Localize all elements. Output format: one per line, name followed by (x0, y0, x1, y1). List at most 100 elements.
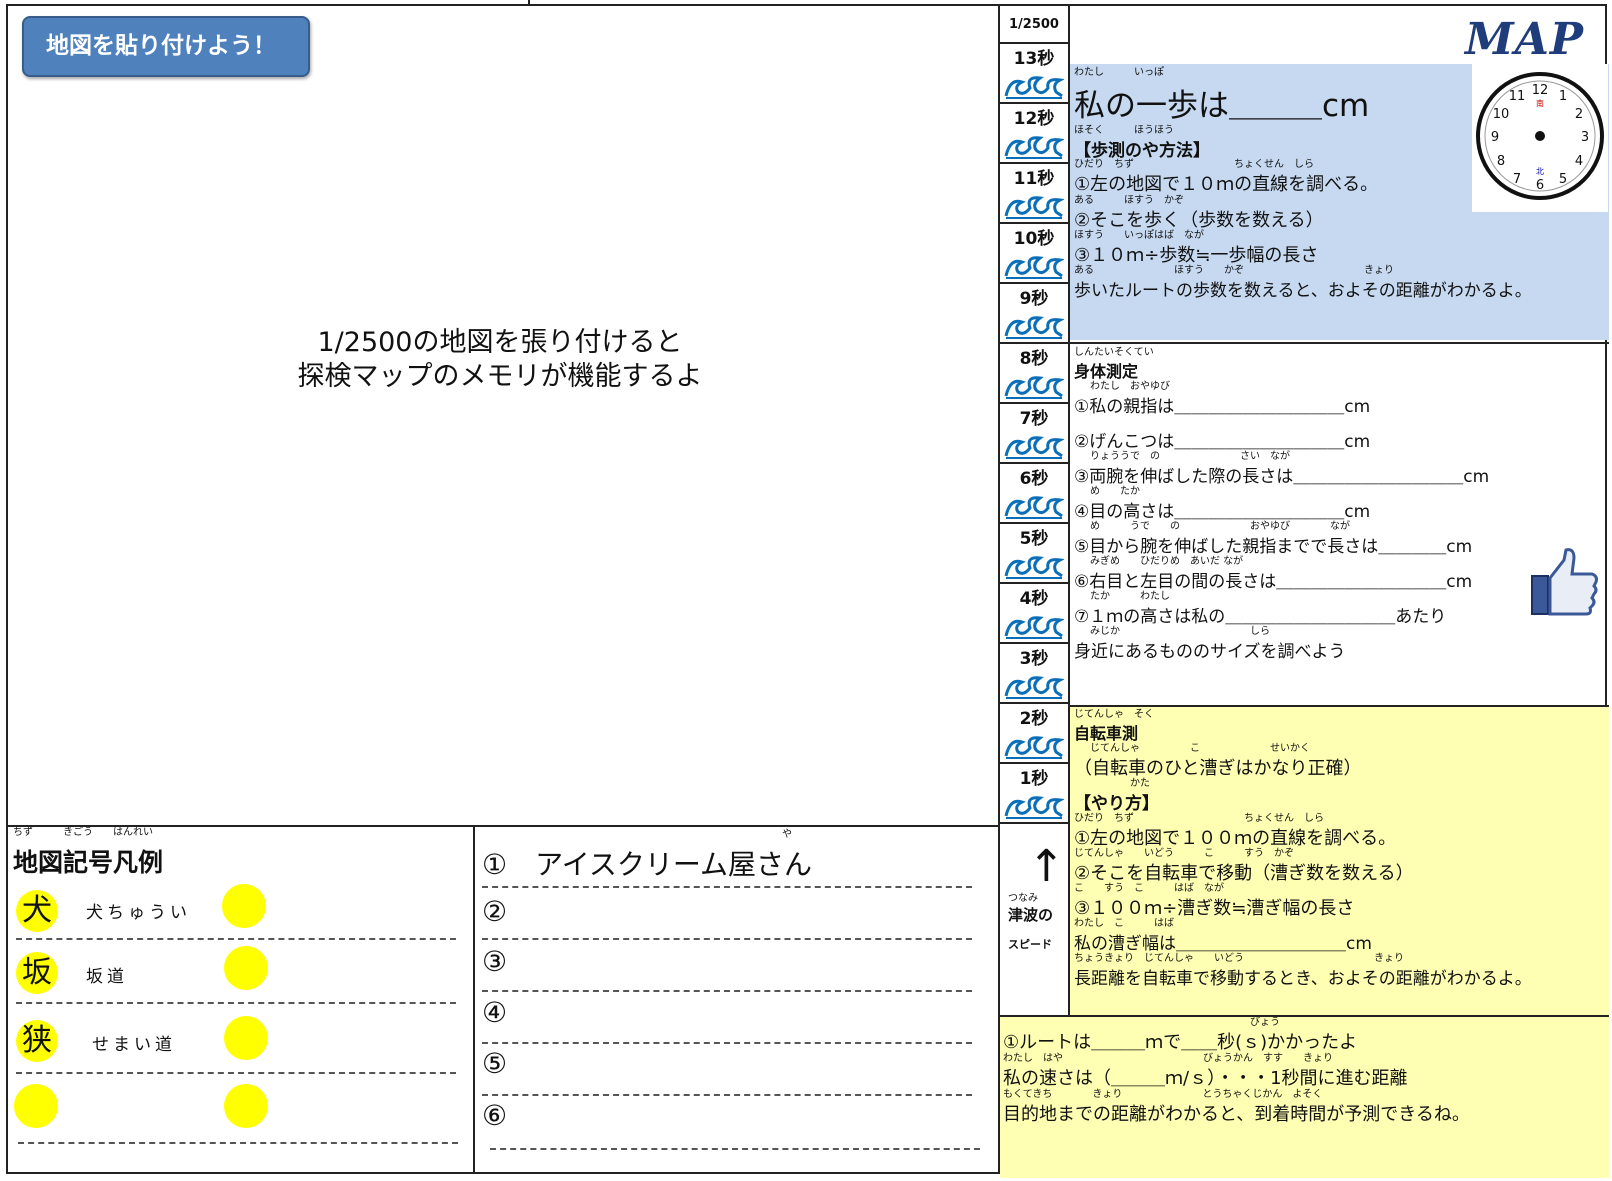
bike-ruby-1: じてんしゃ こ せいかく (1090, 743, 1310, 754)
map-note-line2: 探検マップのメモリが機能するよ (297, 361, 703, 392)
legend-kanji-slot[interactable] (14, 1084, 58, 1128)
scale-row: 5秒 (1000, 524, 1068, 584)
up-arrow-icon: ↑ (1028, 841, 1065, 892)
legend-symbol-slot[interactable] (224, 946, 268, 990)
bike-line-5: ③１００ｍ÷漕ぎ数≒漕ぎ幅の長さ (1074, 898, 1355, 919)
speed-line-3: 目的地までの距離がわかると、到着時間が予測できるね。 (1003, 1104, 1470, 1125)
map-note-line1: 1/2500の地図を張り付けると (317, 327, 683, 358)
scale-row: 11秒 (1000, 164, 1068, 224)
scale-seconds-label: 3秒 (1019, 649, 1049, 669)
map-placeholder-note: 1/2500の地図を張り付けると 探検マップのメモリが機能するよ (240, 326, 760, 394)
legend-label-narrow: せまい道 (92, 1035, 176, 1055)
legend-symbol-slot[interactable] (224, 1016, 268, 1060)
speed-label-ruby: つなみ (1008, 893, 1038, 904)
step-title: 私の一歩は＿＿＿cm (1074, 88, 1370, 124)
wave-icon (1004, 610, 1065, 644)
scale-seconds-label: 12秒 (1013, 109, 1055, 129)
step-ruby-3: ひだり ちず ちょくせん しら (1074, 159, 1314, 170)
body-item-ruby: め たか (1090, 486, 1140, 497)
bike-title: 自転車測 (1074, 724, 1139, 743)
svg-text:1: 1 (1559, 89, 1567, 104)
speed-ruby-0: びょう (1250, 1017, 1280, 1028)
scale-row: 6秒 (1000, 464, 1068, 524)
clock-icon: 12 12 345 678 91011 南 北 (1472, 64, 1608, 212)
body-item-ruby: め うで の おやゆび なが (1090, 521, 1350, 532)
shop-row-6[interactable]: ⑥ (482, 1099, 507, 1132)
scale-row: 13秒 (1000, 44, 1068, 104)
legend-symbol-slot[interactable] (224, 1084, 268, 1128)
shop-rule (482, 938, 972, 940)
divider-legend-right (473, 825, 475, 1174)
paste-map-button[interactable]: 地図を貼り付けよう！ (22, 16, 310, 77)
scale-row: 7秒 (1000, 404, 1068, 464)
svg-text:6: 6 (1536, 178, 1544, 193)
scale-tick (1000, 822, 1068, 824)
body-ruby-title: しんたいそくてい (1074, 347, 1154, 358)
bike-ruby-0: じてんしゃ そく (1074, 709, 1154, 720)
bike-ruby-2: かた (1130, 778, 1150, 789)
top-tick (528, 0, 530, 6)
wave-icon (1004, 70, 1065, 104)
body-item-ruby: みぎめ ひだりめ あいだ なが (1090, 556, 1244, 567)
scale-seconds-label: 7秒 (1019, 409, 1049, 429)
shop-rule (482, 886, 972, 888)
scale-row: 3秒 (1000, 644, 1068, 704)
speed-line-1: ①ルートは＿＿＿ｍで＿＿秒(ｓ)かかったよ (1003, 1032, 1358, 1053)
svg-text:4: 4 (1575, 154, 1583, 169)
svg-text:8: 8 (1497, 154, 1505, 169)
scale-seconds-label: 6秒 (1019, 469, 1049, 489)
scale-seconds-label: 5秒 (1019, 529, 1049, 549)
speed-ruby-2: もくてきち きょり とうちゃくじかん よそく (1003, 1089, 1323, 1100)
wave-icon (1004, 370, 1065, 404)
scale-seconds-label: 8秒 (1019, 349, 1049, 369)
shop-row-1[interactable]: ① アイスクリーム屋さん (482, 843, 812, 883)
wave-icon (1004, 490, 1065, 524)
step-ruby-6: ある ほすう かぞ きょり (1074, 265, 1394, 276)
shop-row-2[interactable]: ② (482, 895, 507, 928)
body-item-ruby: わたし おやゆび (1090, 381, 1170, 392)
legend-title: 地図記号凡例 (13, 848, 164, 877)
speed-ruby-1: わたし はや びょうかん すす きょり (1003, 1053, 1333, 1064)
shop-rule (490, 1148, 980, 1150)
wave-icon (1004, 250, 1065, 284)
wave-icon (1004, 130, 1065, 164)
legend-ruby: ちず きごう はんれい (13, 827, 153, 838)
bike-line-2: 【やり方】 (1074, 794, 1159, 814)
body-item-text: ⑤目から腕を伸ばした親指までで長さは＿＿＿＿cm (1074, 537, 1473, 557)
wave-icon (1004, 790, 1065, 824)
legend-symbol-slot[interactable] (222, 884, 266, 928)
shop-row-4[interactable]: ④ (482, 996, 507, 1029)
scale-seconds-label: 4秒 (1019, 589, 1049, 609)
legend-kanji-slope: 坂 (16, 952, 58, 994)
bike-line-7: 長距離を自転車で移動するとき、およその距離がわかるよ。 (1074, 969, 1532, 989)
body-item-ruby: たか わたし (1090, 591, 1170, 602)
scale-seconds-label: 1秒 (1019, 769, 1049, 789)
svg-text:11: 11 (1509, 89, 1526, 104)
thumbs-up-icon (1531, 548, 1598, 616)
shop-rule (482, 990, 972, 992)
bike-ruby-5: こ すう こ はば なが (1074, 883, 1224, 894)
step-ruby-5: ほすう いっぽはば なが (1074, 230, 1204, 241)
body-item-text: ④目の高さは＿＿＿＿＿＿＿＿＿＿cm (1074, 502, 1371, 522)
shop-row-5[interactable]: ⑤ (482, 1047, 507, 1080)
body-item-text: ①私の親指は＿＿＿＿＿＿＿＿＿＿cm (1074, 397, 1371, 417)
speed-label-line2: スピード (1008, 938, 1052, 951)
shop-row-3[interactable]: ③ (482, 945, 507, 978)
body-item-text: ②げんこつは＿＿＿＿＿＿＿＿＿＿cm (1074, 432, 1371, 452)
speed-label-line1: 津波の (1008, 906, 1054, 924)
wave-icon (1004, 310, 1065, 344)
shop-rule (482, 1042, 972, 1044)
wave-icon (1004, 670, 1065, 704)
scale-seconds-label: 13秒 (1013, 49, 1055, 69)
step-ruby-2: ほそく ほうほう (1074, 125, 1174, 136)
svg-text:9: 9 (1491, 130, 1499, 145)
bike-line-6: 私の漕ぎ幅は＿＿＿＿＿＿＿＿＿＿cm (1074, 934, 1372, 954)
bike-line-3: ①左の地図で１００ｍの直線を調べる。 (1074, 828, 1397, 849)
body-item-ruby: りょううで の さい なが (1090, 451, 1290, 462)
step-line-3: ③１０ｍ÷歩数≒一歩幅の長さ (1074, 245, 1319, 266)
legend-rule (16, 1072, 456, 1074)
svg-text:南: 南 (1536, 98, 1544, 108)
step-line-4: 歩いたルートの歩数を数えると、およその距離がわかるよ。 (1074, 281, 1532, 301)
body-item-text: ⑥右目と左目の間の長さは＿＿＿＿＿＿＿＿＿＿cm (1074, 572, 1473, 592)
body-title: 身体測定 (1074, 362, 1139, 381)
